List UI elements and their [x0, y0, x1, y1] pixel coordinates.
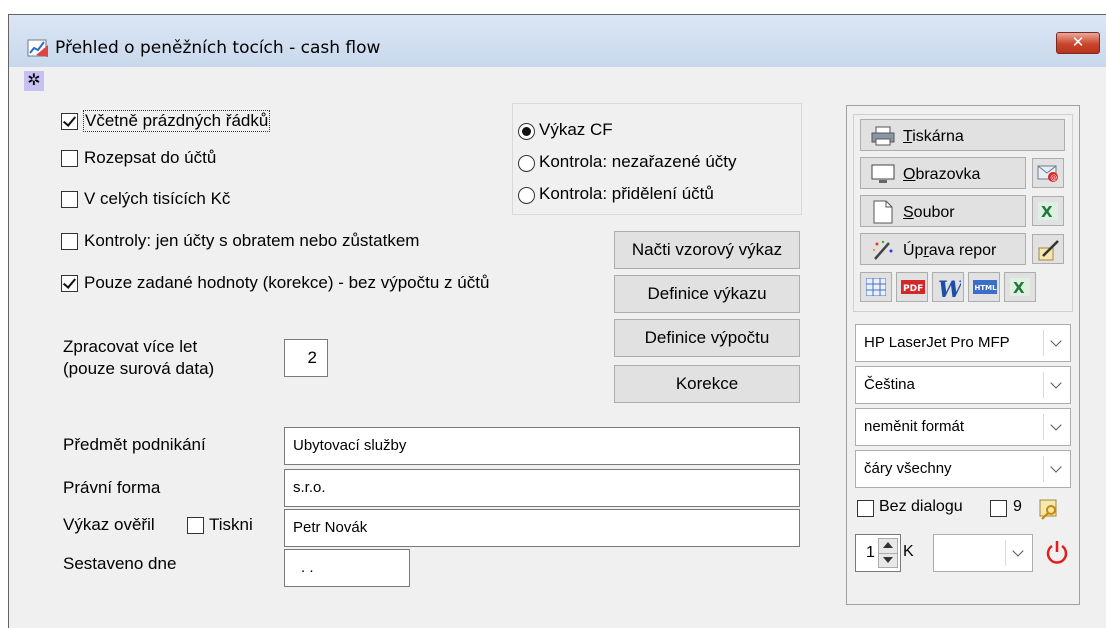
html-icon: HTML — [973, 280, 997, 294]
chevron-down-icon[interactable] — [1043, 330, 1068, 356]
copies-value: 1 — [866, 544, 875, 561]
thousands-label[interactable]: V celých tisících Kč — [84, 189, 230, 209]
calc-definition-button[interactable]: Definice výpočtu — [614, 319, 800, 357]
format-select-value: neměnit formát — [864, 418, 965, 435]
radio-report-cf-label[interactable]: Výkaz CF — [539, 120, 613, 140]
nine-checkbox[interactable] — [990, 500, 1007, 517]
printer-button[interactable]: Tiskárna — [860, 119, 1065, 151]
radio-report-cf[interactable] — [518, 123, 535, 140]
excel-icon: X — [1038, 202, 1058, 220]
output-buttons-frame: Tiskárna Obrazovka @ Soubor X Úprava rep… — [853, 114, 1073, 312]
language-select[interactable]: Čeština — [855, 366, 1071, 404]
copies-suffix: K — [903, 543, 914, 560]
cash-flow-window: Přehled o peněžních tocích - cash flow ✕… — [8, 14, 1106, 628]
date-label: Sestaveno dne — [63, 554, 177, 573]
include-empty-rows-label[interactable]: Včetně prázdných řádků — [83, 110, 271, 132]
radio-account-assignment-label[interactable]: Kontrola: přidělení účtů — [539, 184, 714, 204]
svg-text:X: X — [1013, 279, 1025, 296]
printer-icon — [871, 126, 895, 146]
printer-select[interactable]: HP LaserJet Pro MFP — [855, 324, 1071, 362]
email-icon: @ — [1037, 165, 1058, 182]
excel-icon: X — [1010, 278, 1030, 296]
years-label-line2: (pouze surová data) — [63, 359, 215, 378]
svg-text:@: @ — [1050, 174, 1057, 182]
window-title: Přehled o peněžních tocích - cash flow — [55, 38, 381, 58]
title-bar: Přehled o peněžních tocích - cash flow ✕ — [9, 15, 1106, 67]
screen-button[interactable]: Obrazovka — [860, 157, 1026, 189]
spin-up-icon[interactable] — [883, 542, 893, 548]
controls-only-checkbox[interactable] — [61, 233, 78, 250]
close-button[interactable]: ✕ — [1056, 32, 1100, 54]
grid-export-button[interactable] — [860, 272, 892, 302]
business-input[interactable]: Ubytovací služby — [284, 427, 800, 465]
magic-wand-icon — [872, 240, 893, 260]
copies-mode-select[interactable] — [933, 534, 1033, 572]
correction-button[interactable]: Korekce — [614, 365, 800, 403]
years-input[interactable]: 2 — [284, 339, 328, 377]
only-entered-label[interactable]: Pouze zadané hodnoty (korekce) - bez výp… — [84, 273, 489, 293]
copies-spinner[interactable] — [878, 538, 898, 568]
chevron-down-icon[interactable] — [1043, 372, 1068, 398]
legal-form-input[interactable]: s.r.o. — [284, 469, 800, 507]
business-label: Předmět podnikání — [63, 435, 206, 454]
grid-icon — [866, 278, 886, 296]
verified-input[interactable]: Petr Novák — [284, 509, 800, 547]
verified-label: Výkaz ověřil — [63, 515, 155, 534]
file-button[interactable]: Soubor — [860, 195, 1026, 227]
split-accounts-label[interactable]: Rozepsat do účtů — [84, 148, 216, 168]
only-entered-checkbox[interactable] — [61, 275, 78, 292]
lines-select[interactable]: čáry všechny — [855, 450, 1071, 488]
gear-icon[interactable]: ✲ — [24, 71, 44, 91]
svg-text:HTML: HTML — [975, 284, 998, 292]
power-icon[interactable] — [1043, 538, 1071, 566]
split-accounts-checkbox[interactable] — [61, 150, 78, 167]
monitor-icon — [871, 164, 895, 183]
email-button[interactable]: @ — [1032, 158, 1064, 188]
format-select[interactable]: neměnit formát — [855, 408, 1071, 446]
svg-text:PDF: PDF — [903, 284, 923, 294]
thousands-checkbox[interactable] — [61, 191, 78, 208]
controls-only-label[interactable]: Kontroly: jen účty s obratem nebo zůstat… — [84, 231, 419, 251]
pdf-export-button[interactable]: PDF — [896, 272, 928, 302]
legal-form-label: Právní forma — [63, 478, 161, 497]
spin-down-icon[interactable] — [883, 557, 893, 563]
html-export-button[interactable]: HTML — [968, 272, 1000, 302]
language-select-value: Čeština — [864, 376, 915, 393]
load-template-button[interactable]: Načti vzorový výkaz — [614, 231, 800, 269]
output-panel: Tiskárna Obrazovka @ Soubor X Úprava rep… — [846, 105, 1080, 605]
excel-export-button-2[interactable]: X — [1004, 272, 1036, 302]
radio-unassigned-accounts[interactable] — [518, 155, 535, 172]
include-empty-rows-checkbox[interactable] — [61, 113, 78, 130]
no-dialog-label[interactable]: Bez dialogu — [879, 498, 963, 516]
chart-app-icon — [27, 39, 48, 57]
svg-text:X: X — [1041, 203, 1053, 220]
no-dialog-checkbox[interactable] — [857, 500, 874, 517]
excel-export-button[interactable]: X — [1032, 196, 1064, 226]
radio-account-assignment[interactable] — [518, 187, 535, 204]
nine-label[interactable]: 9 — [1013, 498, 1022, 516]
print-verified-label[interactable]: Tiskni — [209, 515, 253, 535]
file-icon — [873, 200, 893, 224]
report-designer-button[interactable] — [1032, 234, 1064, 264]
key-settings-icon[interactable] — [1037, 496, 1061, 520]
years-label-line1: Zpracovat více let — [63, 337, 198, 356]
svg-text:W: W — [938, 277, 961, 300]
date-input[interactable]: . . — [284, 549, 410, 587]
chevron-down-icon[interactable] — [1043, 456, 1068, 482]
printer-select-value: HP LaserJet Pro MFP — [864, 334, 1010, 351]
word-export-button[interactable]: W — [932, 272, 964, 302]
report-definition-button[interactable]: Definice výkazu — [614, 275, 800, 313]
lines-select-value: čáry všechny — [864, 460, 952, 477]
chevron-down-icon[interactable] — [1043, 414, 1068, 440]
chevron-down-icon[interactable] — [1005, 540, 1030, 566]
word-icon: W — [938, 277, 961, 300]
print-verified-checkbox[interactable] — [187, 517, 204, 534]
designer-icon — [1038, 240, 1059, 261]
radio-unassigned-accounts-label[interactable]: Kontrola: nezařazené účty — [539, 152, 737, 172]
pdf-icon: PDF — [901, 280, 925, 294]
edit-report-button[interactable]: Úprava repor — [860, 233, 1026, 265]
